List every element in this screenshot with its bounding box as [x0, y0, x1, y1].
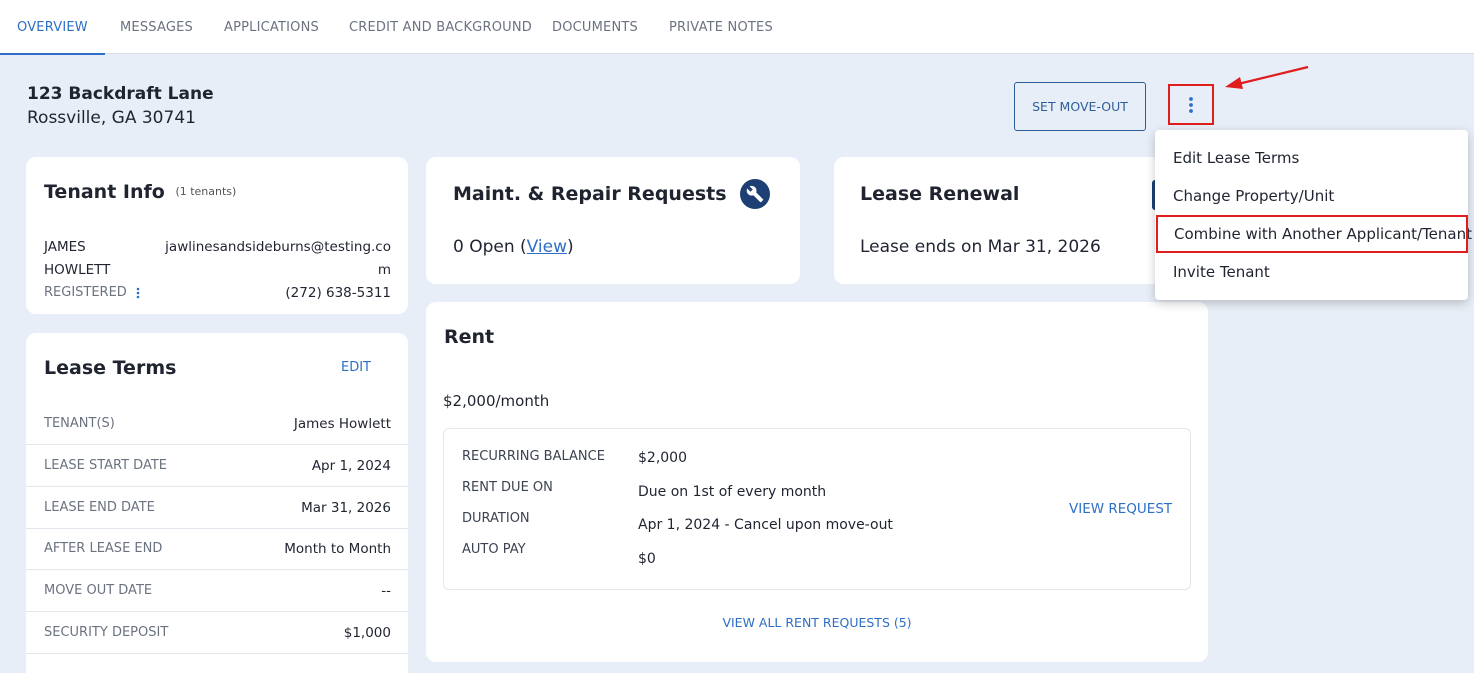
rent-detail-value: $2,000 [638, 450, 687, 466]
edit-lease-terms-link[interactable]: EDIT [341, 360, 371, 375]
tenant-info-title: Tenant Info (1 tenants) [44, 181, 236, 203]
menu-item-invite-tenant[interactable]: Invite Tenant [1155, 253, 1468, 291]
lease-row-value: Mar 31, 2026 [301, 500, 391, 516]
open-count-text: 0 Open ( [453, 237, 527, 257]
more-actions-menu: Edit Lease Terms Change Property/Unit Co… [1155, 130, 1472, 300]
row-divider [26, 569, 408, 570]
maintenance-open-count: 0 Open (View) [453, 237, 574, 257]
view-maintenance-link[interactable]: View [527, 237, 567, 257]
row-divider [26, 653, 408, 654]
tenant-status: REGISTERED [44, 285, 140, 300]
rent-detail-value: Apr 1, 2024 - Cancel upon move-out [638, 517, 893, 533]
lease-row-value: Month to Month [284, 541, 391, 557]
tenant-phone: (272) 638-5311 [285, 285, 391, 301]
tenant-count-note: (1 tenants) [175, 185, 237, 198]
row-divider [26, 444, 408, 445]
lease-row-label: LEASE START DATE [44, 458, 168, 473]
menu-item-change-property-unit[interactable]: Change Property/Unit [1155, 177, 1468, 215]
rent-detail-label: AUTO PAY [462, 542, 526, 557]
row-divider [26, 611, 408, 612]
tenant-first-name: JAMES [44, 239, 86, 255]
rent-request-box: RECURRING BALANCE RENT DUE ON DURATION A… [443, 428, 1191, 590]
rent-title: Rent [444, 326, 495, 348]
more-actions-button[interactable] [1168, 84, 1214, 125]
tenant-last-name: HOWLETT [44, 262, 111, 278]
tab-credit-and-background[interactable]: CREDIT AND BACKGROUND [349, 0, 532, 54]
lease-row-value: James Howlett [293, 416, 391, 432]
lease-row-value: Apr 1, 2024 [311, 458, 391, 474]
lease-row-label: SECURITY DEPOSIT [44, 625, 169, 640]
view-request-link[interactable]: VIEW REQUEST [1069, 501, 1172, 517]
view-all-rent-requests-link[interactable]: VIEW ALL RENT REQUESTS (5) [426, 615, 1208, 630]
lease-terms-title: Lease Terms [44, 357, 177, 379]
tab-overview[interactable]: OVERVIEW [0, 0, 105, 55]
rent-detail-label: RECURRING BALANCE [462, 449, 605, 464]
rent-card: Rent $2,000/month RECURRING BALANCE RENT… [426, 302, 1208, 662]
vertical-dots-icon [1189, 96, 1193, 113]
wrench-icon[interactable] [740, 179, 770, 209]
lease-row-value: $1,000 [343, 625, 391, 641]
property-city-state-zip: Rossville, GA 30741 [27, 108, 196, 128]
tab-applications[interactable]: APPLICATIONS [224, 0, 319, 54]
lease-row-value: -- [381, 583, 391, 599]
lease-renewal-title: Lease Renewal [860, 183, 1020, 205]
property-street: 123 Backdraft Lane [27, 84, 214, 104]
rent-detail-value: $0 [638, 551, 656, 567]
lease-row-label: MOVE OUT DATE [44, 583, 153, 598]
rent-amount: $2,000/month [443, 392, 550, 410]
annotation-arrow [1225, 65, 1309, 89]
rent-detail-label: DURATION [462, 511, 530, 526]
tenant-info-title-text: Tenant Info [44, 181, 165, 203]
lease-row-label: AFTER LEASE END [44, 541, 163, 556]
tab-messages[interactable]: MESSAGES [120, 0, 193, 54]
tenant-email-line1: jawlinesandsideburns@testing.co [165, 239, 391, 255]
tab-private-notes[interactable]: PRIVATE NOTES [669, 0, 773, 54]
tenant-info-card: Tenant Info (1 tenants) JAMES HOWLETT RE… [26, 157, 408, 314]
lease-row-label: LEASE END DATE [44, 500, 155, 515]
rent-detail-label: RENT DUE ON [462, 480, 553, 495]
vertical-dots-icon[interactable] [136, 287, 140, 299]
maintenance-title: Maint. & Repair Requests [453, 183, 727, 205]
menu-item-combine-applicant-tenant[interactable]: Combine with Another Applicant/Tenant [1156, 215, 1472, 253]
row-divider [26, 528, 408, 529]
row-divider [26, 486, 408, 487]
tab-bar: OVERVIEW MESSAGES APPLICATIONS CREDIT AN… [0, 0, 1474, 55]
tab-documents[interactable]: DOCUMENTS [552, 0, 638, 54]
rent-detail-value: Due on 1st of every month [638, 484, 827, 500]
lease-end-text: Lease ends on Mar 31, 2026 [860, 237, 1101, 257]
open-count-suffix: ) [567, 237, 574, 257]
tenant-email-line2: m [377, 262, 391, 278]
maintenance-card: Maint. & Repair Requests 0 Open (View) [426, 157, 800, 284]
tenant-status-label: REGISTERED [44, 285, 127, 300]
set-move-out-button[interactable]: SET MOVE-OUT [1014, 82, 1146, 131]
lease-renewal-card: Lease Renewal Lease ends on Mar 31, 2026 [834, 157, 1208, 284]
menu-item-edit-lease-terms[interactable]: Edit Lease Terms [1155, 139, 1468, 177]
lease-row-label: TENANT(S) [44, 416, 115, 431]
